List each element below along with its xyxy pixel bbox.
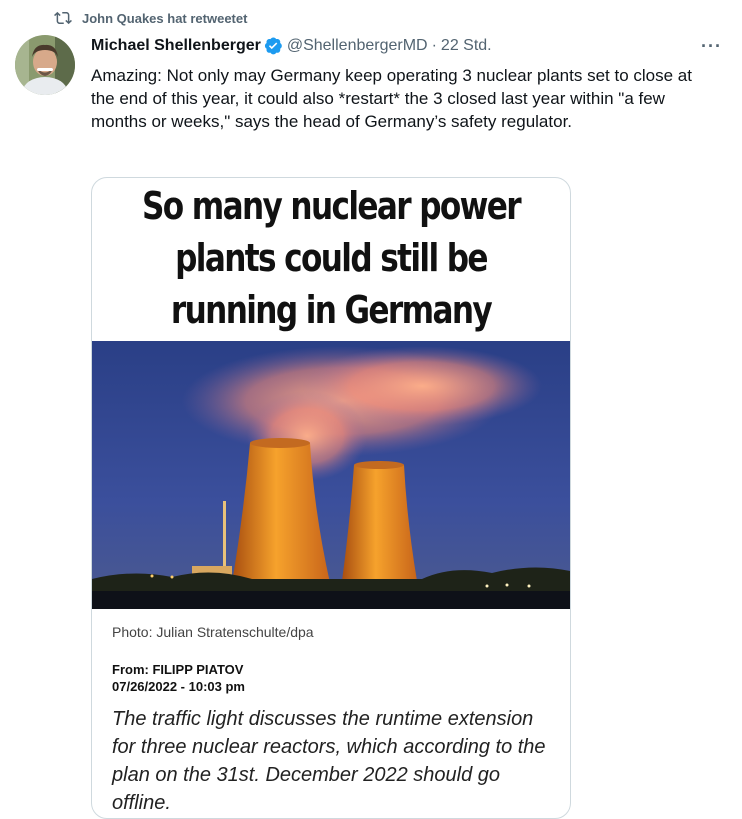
nuclear-plant-photo	[92, 341, 570, 609]
tweet-header: Michael Shellenberger @ShellenbergerMD ·…	[91, 36, 722, 55]
separator-dot: ·	[431, 36, 437, 54]
verified-badge-icon	[264, 37, 282, 55]
headline-line: plants could still be	[175, 236, 488, 280]
retweet-label: John Quakes hat retweetet	[82, 10, 248, 26]
headline-line: running in Germany	[170, 288, 493, 332]
article-lead: The traffic light discusses the runtime …	[112, 708, 546, 814]
article-byline: From: FILIPP PIATOV 07/26/2022 - 10:03 p…	[112, 661, 245, 695]
retweet-context[interactable]: John Quakes hat retweetet	[54, 9, 247, 27]
photo-caption: Photo: Julian Stratenschulte/dpa	[112, 624, 314, 640]
more-options-icon[interactable]: ···	[701, 36, 722, 57]
author-handle[interactable]: @ShellenbergerMD	[287, 37, 428, 55]
article-image-card[interactable]: So many nuclear power plants could still…	[91, 177, 571, 819]
retweet-icon	[54, 11, 72, 25]
article-headline: So many nuclear power plants could still…	[135, 180, 527, 336]
byline-author: From: FILIPP PIATOV	[112, 662, 244, 677]
avatar[interactable]	[15, 35, 75, 95]
author-name[interactable]: Michael Shellenberger	[91, 37, 261, 55]
headline-line: So many nuclear power	[142, 184, 522, 228]
tweet-timestamp[interactable]: 22 Std.	[441, 37, 492, 55]
byline-date: 07/26/2022 - 10:03 pm	[112, 679, 245, 694]
tweet-text: Amazing: Not only may Germany keep opera…	[91, 66, 692, 131]
